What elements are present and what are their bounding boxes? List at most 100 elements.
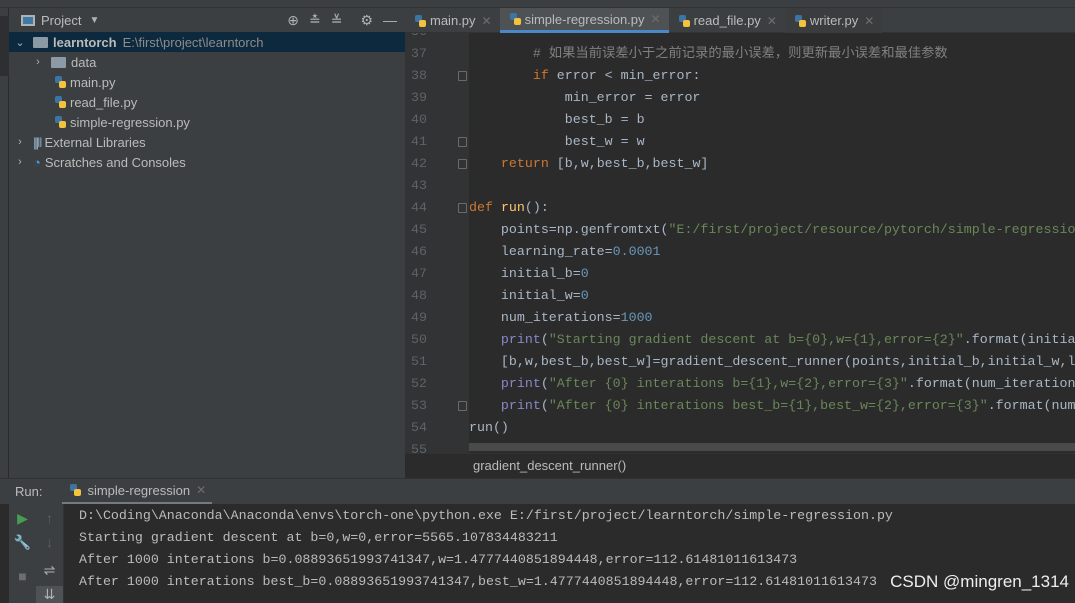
python-file-icon [53,95,67,109]
code-line[interactable]: 42 return [b,w,best_b,best_w] [405,153,1075,175]
code-text: learning_rate=0.0001 [469,241,661,263]
scroll-to-end-icon[interactable]: ⇊ [36,586,63,603]
python-icon [68,483,82,497]
tree-item-read-file-py[interactable]: read_file.py [9,92,405,112]
fold-marker-icon[interactable] [458,137,467,147]
line-number: 37 [411,46,427,61]
code-line[interactable]: 53 print("After {0} interations best_b={… [405,395,1075,417]
code-token: "E:/first/project/resource/pytorch/simpl… [668,222,1075,237]
chevron-right-icon[interactable]: › [31,56,45,68]
project-view-selector[interactable]: Project [41,13,81,28]
fold-marker-icon[interactable] [458,401,467,411]
code-line[interactable]: 36 [405,33,1075,43]
line-number: 43 [411,178,427,193]
chevron-down-icon[interactable]: ▼ [89,15,99,26]
tab-main-py[interactable]: main.py ✕ [405,8,500,33]
code-line[interactable]: 41 best_w = w [405,131,1075,153]
code-line[interactable]: 43 [405,175,1075,197]
expand-all-icon[interactable]: ≛ [309,12,321,29]
collapse-all-icon[interactable]: ≚ [331,12,343,29]
code-text: print("Starting gradient descent at b={0… [469,329,1075,351]
code-token: 0 [580,288,589,303]
project-stripe-tab[interactable] [0,16,9,76]
tree-root-learntorch[interactable]: ⌄ learntorch E:\first\project\learntorch [9,32,405,52]
scratches-icon: ◔ [33,154,41,170]
fold-marker-icon[interactable] [458,203,467,213]
close-icon[interactable]: ✕ [767,14,777,28]
run-tab[interactable]: simple-regression ✕ [62,479,213,505]
python-file-icon [413,14,427,28]
code-text: print("After {0} interations b={1},w={2}… [469,373,1075,395]
tree-item-data[interactable]: › data [9,52,405,72]
wrench-icon[interactable]: 🔧 [9,534,36,551]
fold-marker-icon[interactable] [458,159,467,169]
root-name: learntorch [53,34,117,50]
code-token: [b,w,best_b,best_w]=gradient_descent_run… [500,354,1075,369]
fold-marker-icon[interactable] [458,71,467,81]
gear-icon[interactable]: ⚙ [360,12,373,29]
code-line[interactable]: 48 initial_w=0 [405,285,1075,307]
code-token: [b,w,best_b,best_w] [548,156,709,171]
locate-icon[interactable]: ⊕ [287,12,299,29]
tree-item-scratches[interactable]: › ◔ Scratches and Consoles [9,152,405,172]
code-token: best_w = w [469,134,645,149]
code-line[interactable]: 52 print("After {0} interations b={1},w=… [405,373,1075,395]
tree-item-simple-regression-py[interactable]: simple-regression.py [9,112,405,132]
close-icon[interactable]: ✕ [196,483,206,497]
code-line[interactable]: 44 def run(): [405,197,1075,219]
tree-item-main-py[interactable]: main.py [9,72,405,92]
hide-icon[interactable]: — [383,12,397,29]
code-line[interactable]: 39 min_error = error [405,87,1075,109]
folder-icon [33,36,48,48]
watermark: CSDN @mingren_1314 [890,572,1069,591]
tree-item-external-libraries[interactable]: › |||‖ External Libraries [9,132,405,152]
soft-wrap-icon[interactable]: ⇌ [36,562,63,579]
close-icon[interactable]: ✕ [482,14,492,28]
folder-icon [51,56,66,68]
chevron-down-icon[interactable]: ⌄ [13,36,27,49]
code-line[interactable]: 49 num_iterations=1000 [405,307,1075,329]
console-line: Starting gradient descent at b=0,w=0,err… [79,530,558,545]
code-text: # 如果当前误差小于之前记录的最小误差，则更新最小误差和最佳参数 [469,43,948,65]
code-line[interactable]: 37 # 如果当前误差小于之前记录的最小误差，则更新最小误差和最佳参数 [405,43,1075,65]
tree-item-label: External Libraries [44,134,146,150]
code-token: return [500,156,549,171]
code-line[interactable]: 46 learning_rate=0.0001 [405,241,1075,263]
code-token: initial_w= [469,288,581,303]
python-file-icon [793,14,807,28]
close-icon[interactable]: ✕ [651,12,661,26]
line-number: 54 [411,420,427,435]
stop-icon[interactable]: ■ [9,568,36,584]
code-line[interactable]: 45 points=np.genfromtxt("E:/first/projec… [405,219,1075,241]
code-line[interactable]: 47 initial_b=0 [405,263,1075,285]
code-token: 0 [580,266,589,281]
rerun-icon[interactable]: ▶ [9,510,36,527]
tab-writer-py[interactable]: writer.py ✕ [784,8,883,33]
code-line[interactable]: 40 best_b = b [405,109,1075,131]
line-number: 42 [411,156,427,171]
tab-read-file-py[interactable]: read_file.py ✕ [669,8,785,33]
code-line[interactable]: 51 [b,w,best_b,best_w]=gradient_descent_… [405,351,1075,373]
arrow-up-icon[interactable]: ↑ [36,510,63,526]
code-line[interactable]: 54 run() [405,417,1075,439]
breadcrumb[interactable]: gradient_descent_runner() [405,453,1075,478]
code-line[interactable]: 50 print("Starting gradient descent at b… [405,329,1075,351]
chevron-right-icon[interactable]: › [13,136,27,148]
code-text: return [b,w,best_b,best_w] [469,153,708,175]
run-tab-label: simple-regression [87,482,191,498]
code-token: ( [540,332,549,347]
horizontal-scrollbar[interactable] [469,443,1075,451]
arrow-down-icon[interactable]: ↓ [36,534,63,550]
line-number: 50 [411,332,427,347]
tab-simple-regression-py[interactable]: simple-regression.py ✕ [499,8,669,33]
python-file-icon [53,75,67,89]
close-icon[interactable]: ✕ [864,14,874,28]
code-editor[interactable]: 3637 # 如果当前误差小于之前记录的最小误差，则更新最小误差和最佳参数38 … [405,33,1075,453]
code-token: "Starting gradient descent at b={0},w={1… [548,332,964,347]
code-line[interactable]: 38 if error < min_error: [405,65,1075,87]
code-token: run() [469,420,509,435]
chevron-right-icon[interactable]: › [13,156,27,168]
